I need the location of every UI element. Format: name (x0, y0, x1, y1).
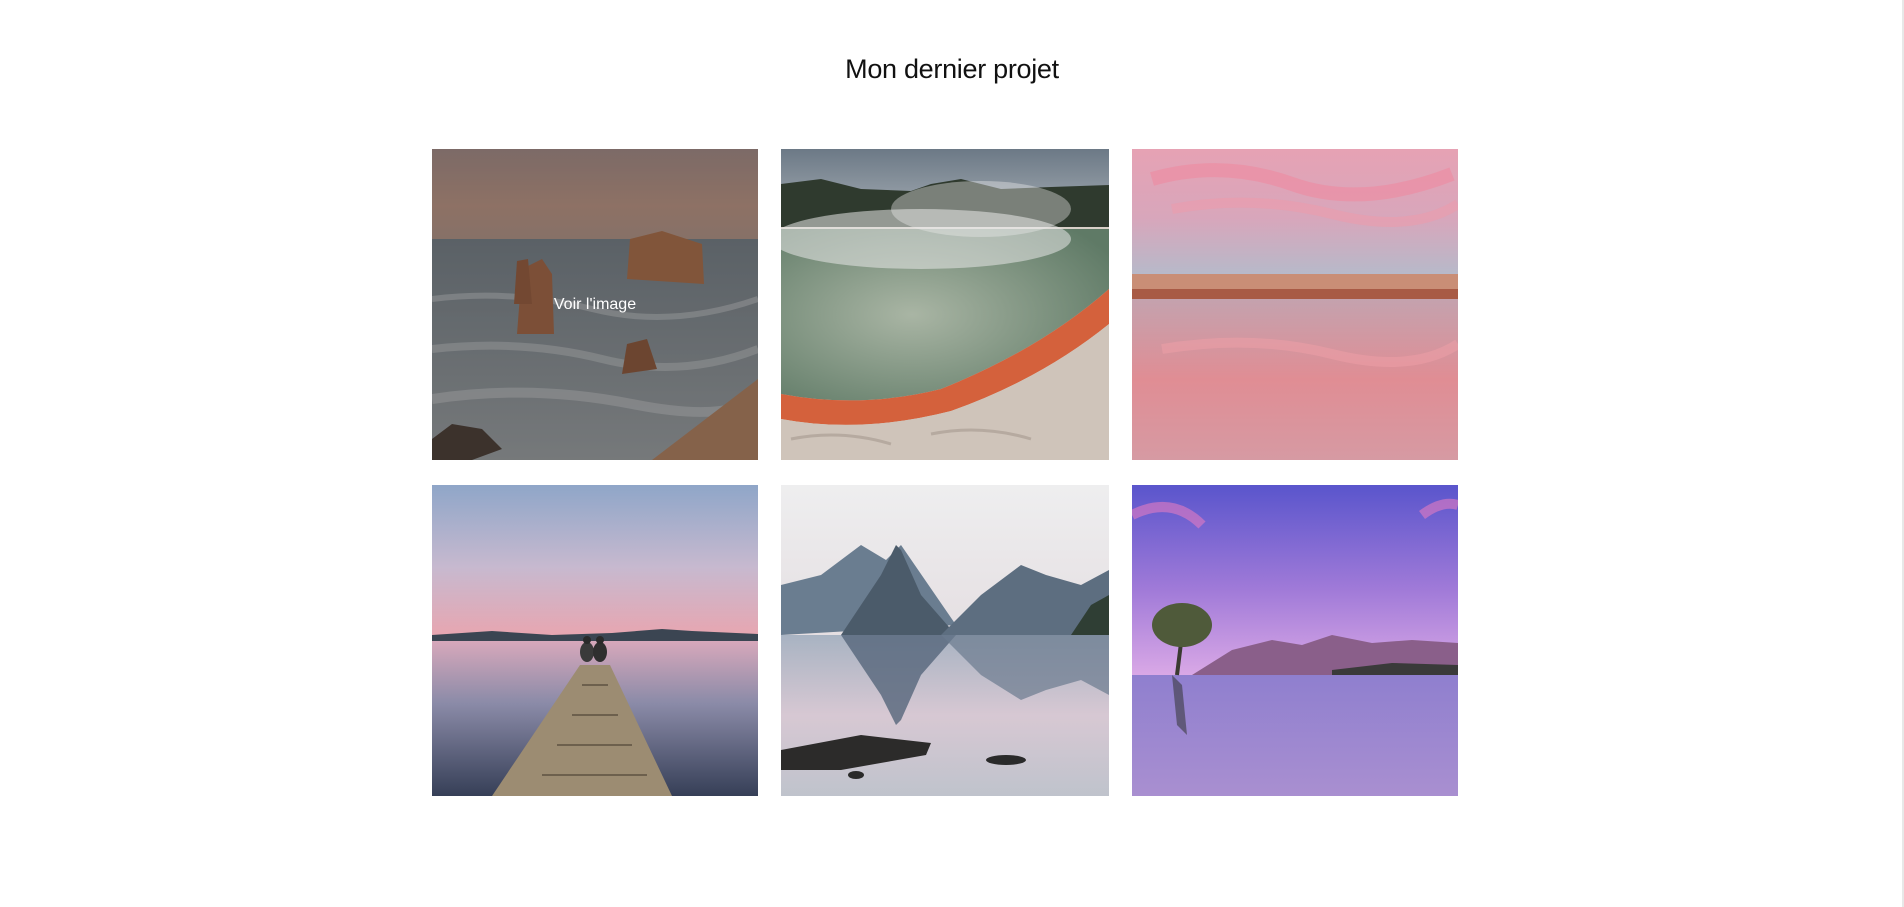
gallery-item-pier[interactable] (432, 485, 758, 796)
gallery-item-mountain-lake[interactable] (781, 485, 1109, 796)
mountain-lake-image (781, 485, 1109, 796)
pier-image (432, 485, 758, 796)
hot-spring-image (781, 149, 1109, 460)
view-image-overlay[interactable]: Voir l'image (432, 149, 758, 460)
view-image-label: Voir l'image (553, 295, 637, 313)
pink-beach-image (1132, 149, 1458, 460)
section-title: Mon dernier projet (845, 54, 1059, 84)
gallery-item-hot-spring[interactable] (781, 149, 1109, 460)
gallery-item-sea-stacks[interactable]: Voir l'image (432, 149, 758, 460)
image-gallery: Voir l'image (432, 149, 1458, 796)
portfolio-section: Mon dernier projet Voir l'image (0, 0, 1904, 907)
gallery-item-pink-beach[interactable] (1132, 149, 1458, 460)
gallery-item-lone-tree[interactable] (1132, 485, 1458, 796)
lone-tree-image (1132, 485, 1458, 796)
